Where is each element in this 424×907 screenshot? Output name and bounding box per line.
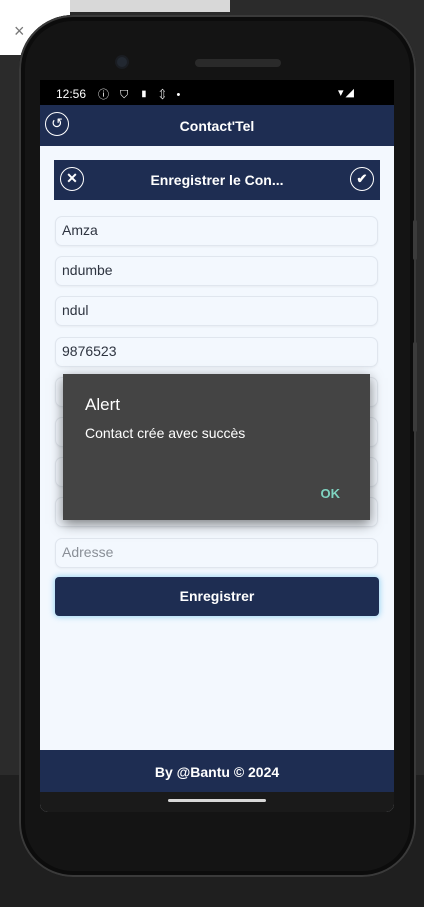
front-camera bbox=[117, 57, 127, 67]
alert-message: Contact crée avec succès bbox=[85, 425, 246, 441]
background-window-titlebar bbox=[70, 0, 230, 12]
power-button bbox=[413, 342, 417, 432]
alert-title: Alert bbox=[85, 395, 120, 414]
navigation-bar bbox=[40, 792, 394, 812]
ok-button[interactable]: OK bbox=[321, 486, 341, 501]
volume-button bbox=[413, 220, 417, 260]
status-bar: 12:56 ⓘ ⛉ ▮ ⇕ • ▾◢ bbox=[40, 80, 394, 105]
alert-dialog: Alert Contact crée avec succès OK bbox=[63, 374, 370, 520]
earpiece-speaker bbox=[195, 59, 281, 67]
home-indicator[interactable] bbox=[168, 799, 266, 802]
status-icons: ⓘ ⛉ ▮ ⇕ • bbox=[98, 89, 185, 101]
signal-icon: ▾◢ bbox=[338, 87, 356, 99]
app-screen: 12:56 ⓘ ⛉ ▮ ⇕ • ▾◢ ↺ Contact'Tel ✕ Enreg… bbox=[40, 80, 394, 812]
status-time: 12:56 bbox=[56, 87, 87, 101]
